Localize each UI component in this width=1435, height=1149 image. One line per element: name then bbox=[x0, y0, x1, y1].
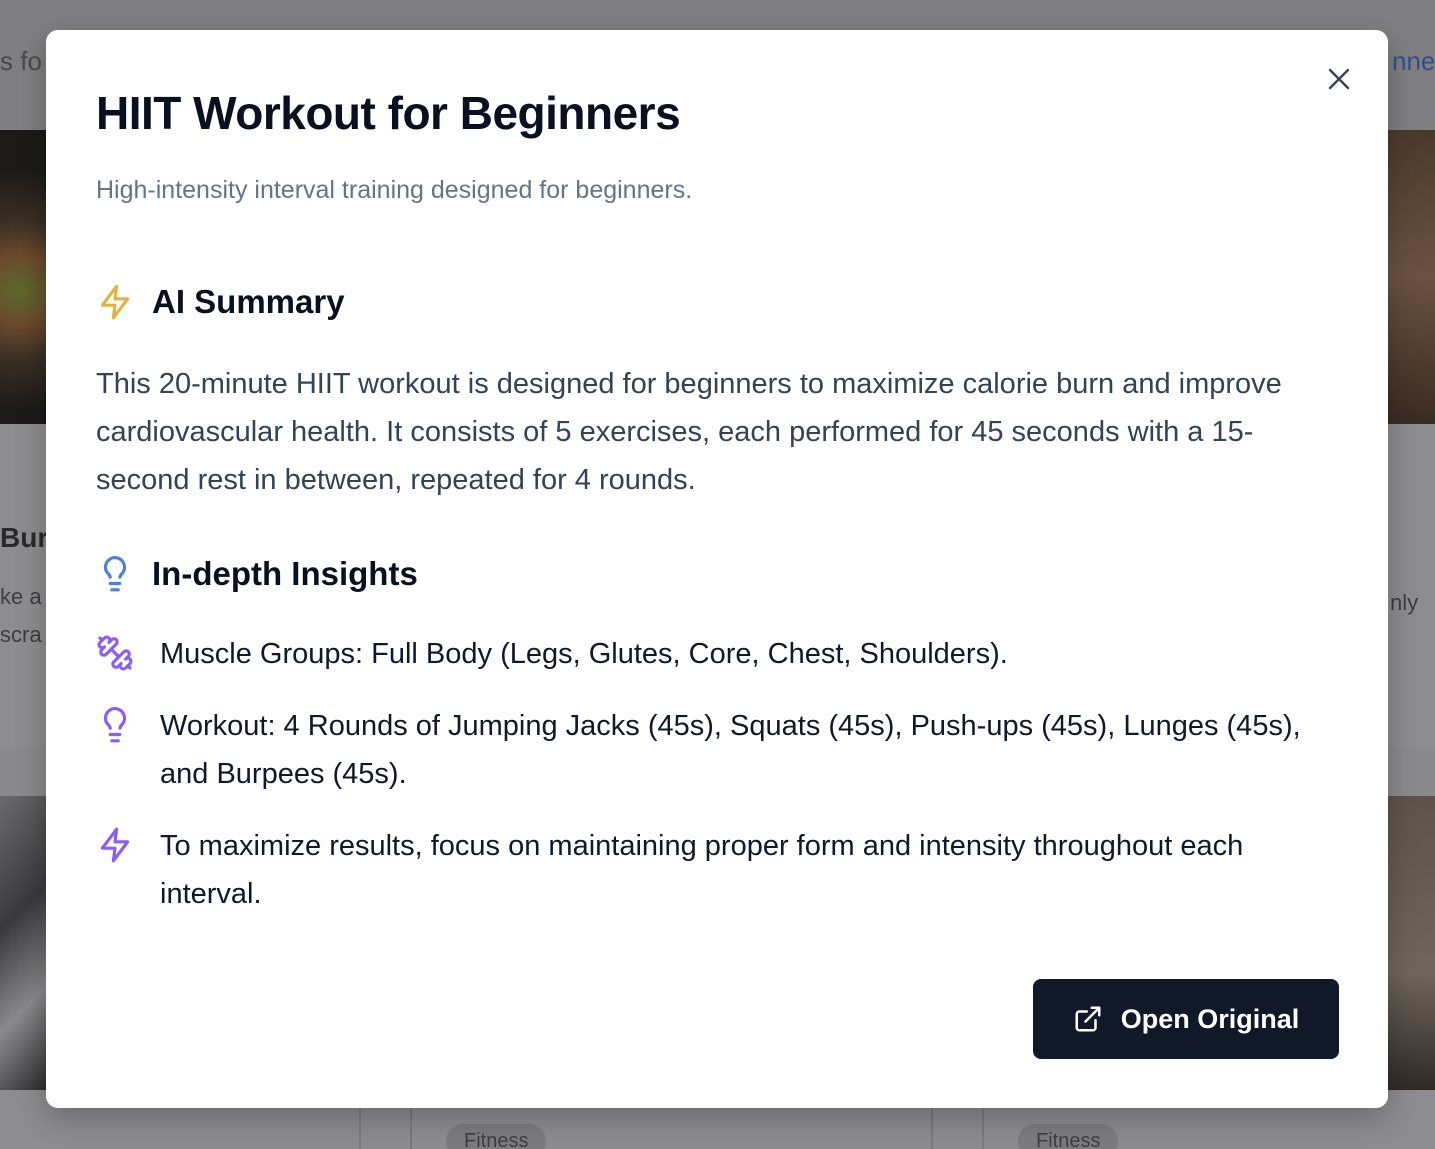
lightbulb-icon bbox=[96, 554, 136, 594]
background-divider bbox=[359, 1108, 361, 1149]
background-card-image-right-2 bbox=[1388, 796, 1435, 1090]
background-category-pill: Fitness bbox=[1018, 1124, 1119, 1149]
close-icon bbox=[1328, 68, 1350, 90]
background-divider bbox=[982, 1108, 984, 1149]
background-category-pill: Fitness bbox=[446, 1124, 547, 1149]
dumbbell-icon bbox=[96, 634, 136, 674]
background-card-text-left-2: scra bbox=[0, 622, 42, 647]
background-card-right bbox=[1388, 424, 1435, 746]
lightbulb-icon bbox=[96, 706, 136, 746]
background-divider bbox=[410, 1108, 412, 1149]
insight-text: Muscle Groups: Full Body (Legs, Glutes, … bbox=[160, 638, 1008, 670]
insights-heading: In-depth Insights bbox=[152, 555, 418, 592]
insight-item: Muscle Groups: Full Body (Legs, Glutes, … bbox=[96, 630, 1346, 678]
background-header-text-left: s fo bbox=[0, 46, 42, 76]
summary-modal: HIIT Workout for Beginners High-intensit… bbox=[46, 30, 1388, 1108]
background-card-text-right: nly bbox=[1390, 590, 1419, 615]
insight-item: Workout: 4 Rounds of Jumping Jacks (45s)… bbox=[96, 702, 1346, 798]
background-card-image-left-2 bbox=[0, 796, 46, 1090]
open-original-label: Open Original bbox=[1120, 1003, 1300, 1034]
external-link-icon bbox=[1075, 1006, 1101, 1032]
open-original-button[interactable]: Open Original bbox=[1033, 979, 1339, 1059]
close-button[interactable] bbox=[1324, 64, 1354, 94]
insights-header: In-depth Insights bbox=[96, 554, 418, 594]
lightning-icon bbox=[96, 282, 136, 322]
insights-list: Muscle Groups: Full Body (Legs, Glutes, … bbox=[96, 630, 1346, 942]
background-card-image-right bbox=[1388, 130, 1435, 424]
lightning-icon bbox=[96, 826, 136, 866]
modal-subtitle: High-intensity interval training designe… bbox=[96, 176, 693, 204]
modal-title: HIIT Workout for Beginners bbox=[96, 87, 681, 139]
insight-text: To maximize results, focus on maintainin… bbox=[160, 830, 1244, 910]
insight-text: Workout: 4 Rounds of Jumping Jacks (45s)… bbox=[160, 710, 1301, 790]
background-header-text-right: nne bbox=[1392, 46, 1435, 76]
background-divider bbox=[931, 1108, 933, 1149]
background-card-image-left bbox=[0, 130, 46, 424]
background-card-text-left-1: ke a bbox=[0, 584, 42, 609]
ai-summary-text: This 20-minute HIIT workout is designed … bbox=[96, 368, 1282, 496]
insight-item: To maximize results, focus on maintainin… bbox=[96, 822, 1346, 918]
ai-summary-header: AI Summary bbox=[96, 282, 345, 322]
ai-summary-heading: AI Summary bbox=[152, 283, 345, 320]
